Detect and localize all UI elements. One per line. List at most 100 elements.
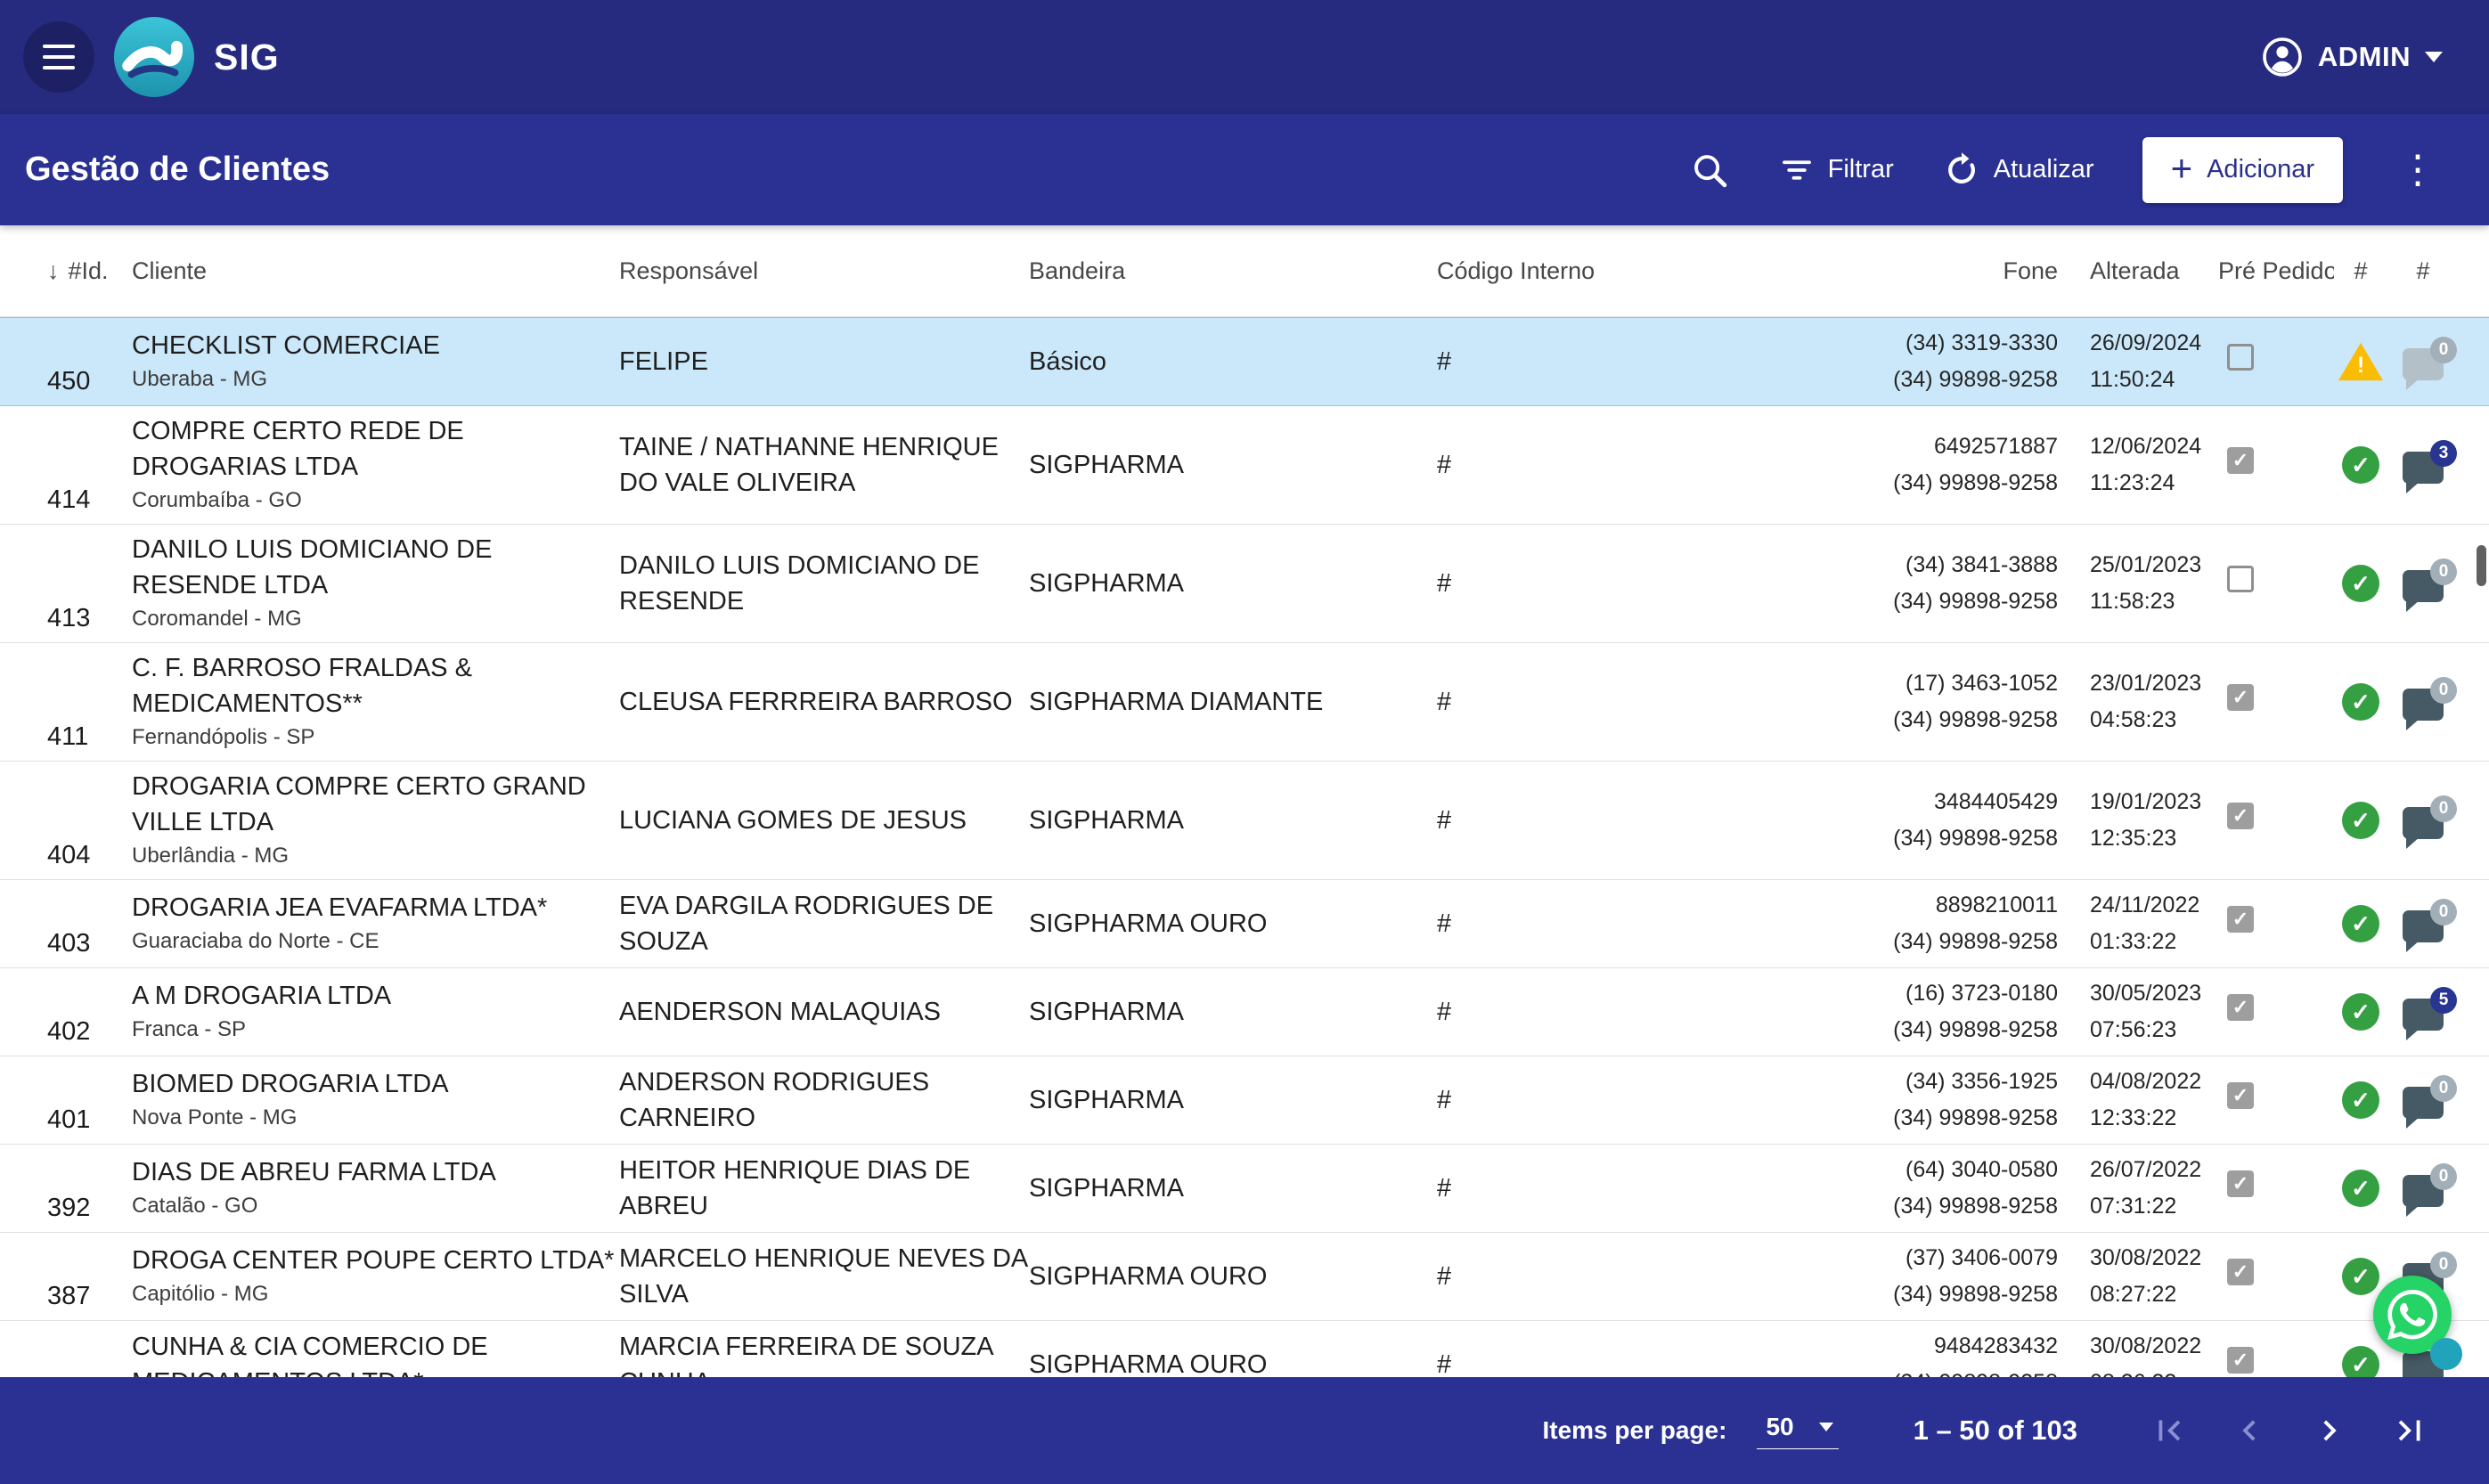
chat-button[interactable]: 5	[2403, 999, 2444, 1031]
user-menu[interactable]: ADMIN	[2256, 35, 2448, 79]
client-updated-time: 11:50:24	[2090, 362, 2218, 398]
table-row[interactable]: 450 CHECKLIST COMERCIAE Uberaba - MG FEL…	[0, 317, 2489, 406]
add-button[interactable]: + Adicionar	[2142, 137, 2343, 203]
chat-cell: 0	[2387, 905, 2459, 942]
client-updated-time: 04:58:23	[2090, 702, 2218, 738]
page-title: Gestão de Clientes	[25, 151, 330, 189]
client-responsavel: FELIPE	[619, 344, 1029, 379]
table-row[interactable]: 404 DROGARIA COMPRE CERTO GRAND VILLE LT…	[0, 762, 2489, 880]
next-page-button[interactable]	[2305, 1407, 2354, 1455]
client-phone-1: (34) 3356-1925	[1826, 1064, 2058, 1100]
first-page-button[interactable]	[2145, 1407, 2193, 1455]
table-row[interactable]: 414 COMPRE CERTO REDE DE DROGARIAS LTDA …	[0, 406, 2489, 525]
client-name: COMPRE CERTO REDE DE DROGARIAS LTDA	[132, 413, 619, 485]
client-phone-1: 9484283432	[1826, 1328, 2058, 1365]
table-row[interactable]: 401 BIOMED DROGARIA LTDA Nova Ponte - MG…	[0, 1056, 2489, 1145]
scrollbar-thumb[interactable]	[2477, 545, 2486, 586]
items-per-page-select[interactable]: 50	[1757, 1413, 1838, 1449]
header-bandeira[interactable]: Bandeira	[1029, 257, 1437, 285]
client-cell: COMPRE CERTO REDE DE DROGARIAS LTDA Coru…	[132, 413, 619, 517]
client-id: 450	[47, 365, 132, 398]
client-phone-2: (34) 99898-9258	[1826, 1188, 2058, 1225]
client-updated-time: 08:26:22	[2090, 1365, 2218, 1377]
search-button[interactable]	[1689, 150, 1730, 191]
pre-pedido-checkbox[interactable]	[2227, 684, 2254, 711]
header-alterada[interactable]: Alterada	[2076, 257, 2218, 285]
header-pre-pedido[interactable]: Pré Pedido	[2218, 257, 2334, 285]
pre-pedido-checkbox[interactable]	[2227, 344, 2254, 371]
client-codigo-interno: #	[1437, 344, 1826, 379]
client-name: DROGA CENTER POUPE CERTO LTDA*	[132, 1243, 619, 1278]
pre-pedido-checkbox[interactable]	[2227, 803, 2254, 829]
header-status[interactable]: #	[2334, 257, 2387, 285]
pre-pedido-checkbox[interactable]	[2227, 566, 2254, 592]
client-updated-date: 30/05/2023	[2090, 975, 2218, 1012]
table-row[interactable]: 403 DROGARIA JEA EVAFARMA LTDA* Guaracia…	[0, 880, 2489, 968]
chat-button[interactable]: 0	[2403, 570, 2444, 602]
header-fone[interactable]: Fone	[1826, 257, 2076, 285]
client-id: 392	[47, 1192, 132, 1225]
client-cell: BIOMED DROGARIA LTDA Nova Ponte - MG	[132, 1066, 619, 1134]
table-row[interactable]: 411 C. F. BARROSO FRALDAS & MEDICAMENTOS…	[0, 643, 2489, 762]
header-chat[interactable]: #	[2387, 257, 2459, 285]
client-updated: 30/05/2023 07:56:23	[2076, 975, 2218, 1048]
client-city: Catalão - GO	[132, 1190, 619, 1222]
table-row[interactable]: 387 DROGA CENTER POUPE CERTO LTDA* Capit…	[0, 1233, 2489, 1321]
client-codigo-interno: #	[1437, 906, 1826, 942]
chat-button[interactable]: 0	[2403, 1175, 2444, 1207]
overflow-menu-button[interactable]: ⋮	[2391, 151, 2444, 190]
pre-pedido-checkbox[interactable]	[2227, 1259, 2254, 1285]
header-cliente[interactable]: Cliente	[132, 257, 619, 285]
menu-button[interactable]	[23, 21, 94, 93]
filter-button[interactable]: Filtrar	[1778, 151, 1894, 189]
plus-icon: +	[2171, 150, 2193, 187]
client-name: BIOMED DROGARIA LTDA	[132, 1066, 619, 1102]
pre-pedido-checkbox[interactable]	[2227, 1170, 2254, 1197]
pre-pedido-checkbox[interactable]	[2227, 906, 2254, 933]
pre-pedido-cell	[2218, 803, 2334, 839]
client-phones: (34) 3319-3330 (34) 99898-9258	[1826, 325, 2076, 398]
client-cell: C. F. BARROSO FRALDAS & MEDICAMENTOS** F…	[132, 650, 619, 754]
table-header: ↓ #Id. Cliente Responsável Bandeira Códi…	[0, 225, 2489, 317]
status-cell: ✓	[2334, 1081, 2387, 1119]
chat-button[interactable]: 3	[2403, 452, 2444, 484]
pre-pedido-checkbox[interactable]	[2227, 1082, 2254, 1109]
client-bandeira: SIGPHARMA OURO	[1029, 906, 1437, 942]
previous-page-button[interactable]	[2225, 1407, 2273, 1455]
client-updated-time: 07:56:23	[2090, 1012, 2218, 1048]
header-responsavel[interactable]: Responsável	[619, 257, 1029, 285]
client-name: DROGARIA COMPRE CERTO GRAND VILLE LTDA	[132, 769, 619, 840]
whatsapp-button[interactable]	[2373, 1276, 2452, 1354]
chat-badge-count: 0	[2430, 795, 2457, 822]
pre-pedido-checkbox[interactable]	[2227, 994, 2254, 1021]
client-id: 413	[47, 602, 132, 635]
table-row[interactable]: CUNHA & CIA COMERCIO DE MEDICAMENTOS LTD…	[0, 1321, 2489, 1377]
chat-badge-count: 3	[2430, 440, 2457, 467]
client-updated-time: 07:31:22	[2090, 1188, 2218, 1225]
table-row[interactable]: 402 A M DROGARIA LTDA Franca - SP AENDER…	[0, 968, 2489, 1056]
chat-button[interactable]: 0	[2403, 807, 2444, 839]
client-updated-date: 30/08/2022	[2090, 1240, 2218, 1276]
chat-button[interactable]: 0	[2403, 1087, 2444, 1119]
chevron-right-icon	[2309, 1410, 2350, 1451]
client-phone-2: (34) 99898-9258	[1826, 924, 2058, 960]
client-updated-date: 04/08/2022	[2090, 1064, 2218, 1100]
client-id: 414	[47, 484, 132, 517]
refresh-button[interactable]: Atualizar	[1942, 151, 2094, 190]
client-updated: 24/11/2022 01:33:22	[2076, 887, 2218, 960]
client-name: DANILO LUIS DOMICIANO DE RESENDE LTDA	[132, 532, 619, 603]
chat-button[interactable]: 0	[2403, 348, 2444, 380]
table-row[interactable]: 392 DIAS DE ABREU FARMA LTDA Catalão - G…	[0, 1145, 2489, 1233]
client-updated: 04/08/2022 12:33:22	[2076, 1064, 2218, 1137]
header-id[interactable]: ↓ #Id.	[47, 257, 132, 285]
pre-pedido-checkbox[interactable]	[2227, 1347, 2254, 1374]
table-row[interactable]: 413 DANILO LUIS DOMICIANO DE RESENDE LTD…	[0, 525, 2489, 643]
chat-button[interactable]: 0	[2403, 910, 2444, 942]
client-bandeira: SIGPHARMA DIAMANTE	[1029, 684, 1437, 720]
last-page-button[interactable]	[2386, 1407, 2434, 1455]
chat-cell: 5	[2387, 993, 2459, 1031]
chat-cell: 0	[2387, 683, 2459, 721]
header-codigo-interno[interactable]: Código Interno	[1437, 257, 1826, 285]
chat-button[interactable]: 0	[2403, 689, 2444, 721]
pre-pedido-checkbox[interactable]	[2227, 447, 2254, 474]
